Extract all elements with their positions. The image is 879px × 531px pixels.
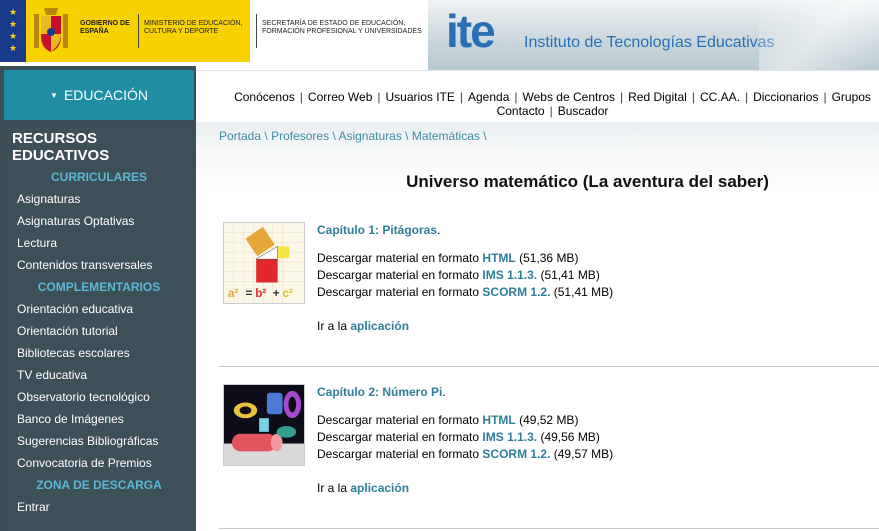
nav-link-contacto[interactable]: Contacto: [497, 104, 545, 118]
nav-link-correo-web[interactable]: Correo Web: [308, 90, 372, 104]
sidebar-item-orientacion-tutorial[interactable]: Orientación tutorial: [17, 324, 118, 338]
download-line-html: Descargar material en formato HTML (49,5…: [317, 413, 579, 427]
chapter-title-link[interactable]: Capítulo 2: Número Pi: [317, 385, 442, 399]
chapter-body: Capítulo 2: Número Pi. Descargar materia…: [317, 384, 867, 497]
chapter-body: Capítulo 1: Pitágoras. Descargar materia…: [317, 222, 867, 335]
resources-title: RECURSOS EDUCATIVOS: [12, 130, 110, 164]
download-scorm-link[interactable]: SCORM 1.2.: [482, 285, 550, 299]
file-size: (51,36 MB): [519, 251, 579, 265]
nav-link-red-digital[interactable]: Red Digital: [628, 90, 687, 104]
number-pi-thumbnail-icon[interactable]: [223, 384, 305, 466]
banner-decoration: [759, 0, 879, 70]
svg-text:a²: a²: [228, 287, 239, 300]
ministry-name: MINISTERIO DE EDUCACIÓN, CULTURA Y DEPOR…: [144, 20, 243, 35]
educacion-tab-label: EDUCACIÓN: [63, 87, 148, 103]
sidebar-item-orientacion-educativa[interactable]: Orientación educativa: [17, 302, 133, 316]
svg-text:c²: c²: [283, 287, 294, 300]
top-nav-row-1: Conócenos | Correo Web | Usuarios ITE | Agenda…: [234, 90, 871, 104]
file-size: (51,41 MB): [553, 285, 614, 299]
download-scorm-link[interactable]: SCORM 1.2.: [482, 447, 550, 461]
sidebar-item-tv-educativa[interactable]: TV educativa: [17, 368, 87, 382]
svg-text:+: +: [273, 287, 280, 300]
secretaria-name: SECRETARÍA DE ESTADO DE EDUCACIÓN, FORMA…: [262, 20, 422, 35]
breadcrumb-bar: Portada \ Profesores \ Asignaturas \ Mat…: [196, 122, 879, 194]
sidebar-item-convocatoria-de-premios[interactable]: Convocatoria de Premios: [17, 456, 152, 470]
section-heading-complementarios: COMPLEMENTARIOS: [37, 280, 161, 294]
breadcrumb: Portada \ Profesores \ Asignaturas \ Mat…: [219, 129, 487, 143]
pythagoras-thumbnail-icon[interactable]: a² = b² + c²: [223, 222, 305, 304]
government-band: ★ ★ ★ ★ GOBIERNO DE ESPAÑA MINISTERIO DE ED…: [0, 0, 250, 62]
header-divider: [138, 14, 139, 48]
breadcrumb-asignaturas[interactable]: Asignaturas: [338, 129, 401, 143]
breadcrumb-profesores[interactable]: Profesores: [271, 129, 329, 143]
ite-full-name: Instituto de Tecnologías Educativas: [524, 34, 775, 51]
sidebar-item-observatorio-tecnologico[interactable]: Observatorio tecnológico: [17, 390, 150, 404]
nav-link-conocenos[interactable]: Conócenos: [234, 90, 295, 104]
secretaria-block: SECRETARÍA DE ESTADO DE EDUCACIÓN, FORMA…: [250, 0, 428, 62]
download-html-link[interactable]: HTML: [482, 413, 515, 427]
resources-panel: RECURSOS EDUCATIVOS CURRICULARES Asignat…: [4, 124, 194, 531]
nav-link-usuarios-ite[interactable]: Usuarios ITE: [386, 90, 455, 104]
svg-text:=: =: [245, 287, 252, 300]
breadcrumb-matematicas[interactable]: Matemáticas: [412, 129, 480, 143]
file-size: (49,57 MB): [553, 447, 614, 461]
chapter-divider: [219, 366, 879, 367]
main-content: a² = b² + c² Capítulo 1: Pitágoras. Desc…: [204, 194, 879, 531]
svg-text:b²: b²: [255, 287, 266, 300]
header-divider: [256, 14, 257, 48]
sidebar-item-bibliotecas-escolares[interactable]: Bibliotecas escolares: [17, 346, 130, 360]
site-header: ★ ★ ★ ★ GOBIERNO DE ESPAÑA MINISTERIO DE ED…: [0, 0, 879, 70]
top-navigation: Conócenos | Correo Web | Usuarios ITE | Agenda…: [196, 70, 879, 122]
sidebar-item-lectura[interactable]: Lectura: [17, 236, 57, 250]
download-line-html: Descargar material en formato HTML (51,3…: [317, 251, 579, 265]
coat-of-arms-icon: [34, 8, 68, 52]
sidebar-item-entrar[interactable]: Entrar: [17, 500, 50, 514]
ite-logo[interactable]: ite: [446, 4, 496, 58]
nav-link-grupos[interactable]: Grupos: [832, 90, 871, 104]
sidebar-item-asignaturas-optativas[interactable]: Asignaturas Optativas: [17, 214, 134, 228]
download-line-ims: Descargar material en formato IMS 1.1.3.…: [317, 430, 600, 444]
eu-flag-icon: ★ ★ ★ ★: [0, 0, 26, 62]
go-to-application-line: Ir a la aplicación: [317, 481, 410, 495]
download-line-scorm: Descargar material en formato SCORM 1.2.…: [317, 447, 614, 461]
nav-link-cc-aa[interactable]: CC.AA.: [700, 90, 740, 104]
sidebar-item-contenidos-transversales[interactable]: Contenidos transversales: [17, 258, 152, 272]
chapter-divider: [219, 528, 879, 529]
nav-link-agenda[interactable]: Agenda: [468, 90, 509, 104]
application-link[interactable]: aplicación: [350, 481, 409, 495]
page-title: Universo matemático (La aventura del sab…: [406, 172, 769, 191]
breadcrumb-portada[interactable]: Portada: [219, 129, 261, 143]
nav-link-diccionarios[interactable]: Diccionarios: [753, 90, 818, 104]
sidebar-item-asignaturas[interactable]: Asignaturas: [17, 192, 80, 206]
go-to-application-line: Ir a la aplicación: [317, 319, 410, 333]
nav-link-webs-de-centros[interactable]: Webs de Centros: [523, 90, 616, 104]
chapter-title-link[interactable]: Capítulo 1: Pitágoras: [317, 223, 437, 237]
sidebar-item-sugerencias-bibliograficas[interactable]: Sugerencias Bibliográficas: [17, 434, 158, 448]
government-name: GOBIERNO DE ESPAÑA: [80, 20, 130, 35]
top-nav-row-2: Contacto | Buscador: [496, 104, 609, 118]
left-sidebar: ▼ EDUCACIÓN RECURSOS EDUCATIVOS CURRICUL…: [0, 66, 196, 531]
sidebar-item-banco-de-imagenes[interactable]: Banco de Imágenes: [17, 412, 124, 426]
educacion-tab[interactable]: ▼ EDUCACIÓN: [4, 70, 194, 120]
download-line-ims: Descargar material en formato IMS 1.1.3.…: [317, 268, 600, 282]
file-size: (49,52 MB): [519, 413, 579, 427]
download-line-scorm: Descargar material en formato SCORM 1.2.…: [317, 285, 614, 299]
download-ims-link[interactable]: IMS 1.1.3.: [482, 268, 537, 282]
nav-link-buscador[interactable]: Buscador: [558, 104, 609, 118]
ite-banner[interactable]: ite Instituto de Tecnologías Educativas: [428, 0, 879, 70]
file-size: (49,56 MB): [540, 430, 600, 444]
download-html-link[interactable]: HTML: [482, 251, 515, 265]
triangle-down-icon: ▼: [50, 90, 58, 100]
download-ims-link[interactable]: IMS 1.1.3.: [482, 430, 537, 444]
section-heading-zona-de-descarga: ZONA DE DESCARGA: [36, 478, 162, 492]
application-link[interactable]: aplicación: [350, 319, 409, 333]
section-heading-curriculares: CURRICULARES: [51, 170, 147, 184]
file-size: (51,41 MB): [540, 268, 600, 282]
